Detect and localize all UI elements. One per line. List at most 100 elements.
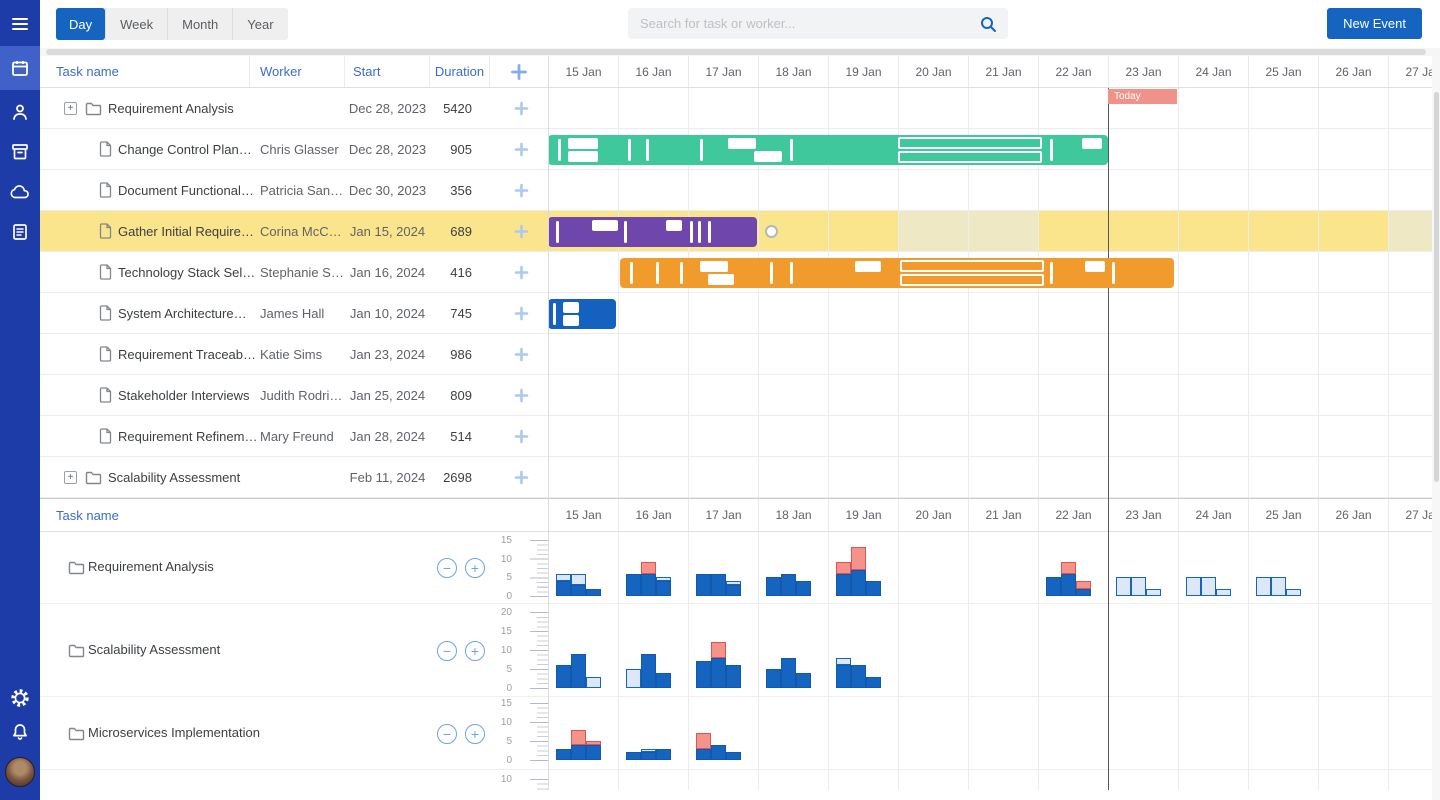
- histogram-bar-segment: [836, 665, 851, 688]
- day-gridline: [1248, 532, 1249, 790]
- vertical-scrollbar: [1432, 56, 1440, 800]
- notifications-icon[interactable]: [0, 712, 40, 752]
- bar-subtask-tick: [770, 262, 773, 284]
- timeline-day-header: 17 Jan: [688, 56, 758, 87]
- gantt-bar[interactable]: [620, 258, 1174, 288]
- new-event-button[interactable]: New Event: [1327, 8, 1422, 39]
- y-axis-tick: 15: [482, 698, 512, 709]
- file-icon: [99, 223, 112, 244]
- vertical-scrollbar-thumb[interactable]: [1434, 92, 1439, 482]
- gantt-bar[interactable]: [548, 299, 616, 329]
- expand-icon[interactable]: +: [64, 471, 77, 484]
- inventory-icon[interactable]: [0, 132, 40, 172]
- duration-cell: 905: [428, 129, 472, 170]
- y-axis-tick: 5: [482, 664, 512, 675]
- expand-icon[interactable]: +: [64, 102, 77, 115]
- histogram-bar-segment: [1186, 577, 1201, 596]
- bar-subtask-tick: [558, 139, 561, 161]
- start-cell: Dec 30, 2023: [345, 170, 430, 211]
- start-cell: Jan 10, 2024: [345, 293, 430, 334]
- duration-cell: 514: [428, 416, 472, 457]
- menu-icon[interactable]: [0, 4, 40, 44]
- calendar-icon[interactable]: [0, 46, 40, 90]
- histogram-bar-segment: [586, 745, 601, 760]
- column-header-worker[interactable]: Worker: [250, 56, 345, 87]
- view-button-month[interactable]: Month: [167, 8, 232, 40]
- timeline-day-header: 17 Jan: [688, 499, 758, 531]
- duration-cell: 356: [428, 170, 472, 211]
- add-subtask-icon[interactable]: [513, 264, 530, 286]
- add-subtask-icon[interactable]: [513, 100, 530, 122]
- add-subtask-icon[interactable]: [513, 428, 530, 450]
- histogram-bar-segment: [626, 669, 641, 688]
- column-header-duration[interactable]: Duration: [430, 56, 490, 87]
- task-row[interactable]: Requirement Refinem…Mary FreundJan 28, 2…: [40, 416, 548, 457]
- histogram-bar-segment: [851, 547, 866, 569]
- bar-subtask-tick: [698, 221, 701, 243]
- task-row[interactable]: Technology Stack Sel…Stephanie S…Jan 16,…: [40, 252, 548, 293]
- view-button-year[interactable]: Year: [232, 8, 287, 40]
- day-gridline: [1178, 532, 1179, 790]
- task-row[interactable]: Gather Initial Require…Corina McC…Jan 15…: [40, 211, 548, 252]
- gantt-bar[interactable]: [548, 217, 757, 247]
- parent-task-row[interactable]: +Scalability AssessmentFeb 11, 20242698: [40, 457, 548, 498]
- link-drag-handle[interactable]: [765, 225, 778, 238]
- parent-task-row[interactable]: +Requirement AnalysisDec 28, 20235420: [40, 88, 548, 129]
- horizontal-scrollbar-thumb[interactable]: [46, 49, 1426, 55]
- day-gridline: [1318, 88, 1319, 498]
- worker-cell: Chris Glasser: [260, 129, 352, 170]
- histogram-bar-segment: [796, 581, 811, 596]
- task-name: Change Control Plan…: [118, 129, 252, 170]
- scale-ruler-major: [530, 540, 548, 598]
- add-column-button[interactable]: [490, 56, 548, 87]
- person-icon[interactable]: [0, 92, 40, 132]
- row-gridline: [548, 128, 1440, 129]
- task-row[interactable]: Requirement Traceab…Katie SimsJan 23, 20…: [40, 334, 548, 375]
- day-gridline: [1038, 532, 1039, 790]
- gantt-bar[interactable]: [548, 135, 1108, 165]
- decrease-button[interactable]: −: [437, 558, 457, 578]
- histogram-bar-segment: [641, 562, 656, 573]
- bar-subtask-tick: [790, 262, 793, 284]
- view-button-day[interactable]: Day: [56, 8, 105, 40]
- task-row[interactable]: Change Control Plan…Chris GlasserDec 28,…: [40, 129, 548, 170]
- add-subtask-icon[interactable]: [513, 141, 530, 163]
- app-root: DayWeekMonthYear New Event Task name Wor…: [0, 0, 1440, 800]
- add-subtask-icon[interactable]: [513, 182, 530, 204]
- day-gridline: [968, 532, 969, 790]
- view-button-week[interactable]: Week: [105, 8, 167, 40]
- decrease-button[interactable]: −: [437, 641, 457, 661]
- cloud-icon[interactable]: [0, 172, 40, 212]
- histogram-bar-segment: [586, 741, 601, 745]
- histogram-bar-segment: [571, 574, 586, 585]
- bar-subtask: [563, 315, 579, 326]
- pane-divider[interactable]: [548, 56, 549, 790]
- search-input[interactable]: [628, 16, 979, 31]
- histogram-bar-segment: [556, 574, 571, 581]
- add-subtask-icon[interactable]: [513, 346, 530, 368]
- worker-cell: [260, 88, 352, 129]
- histogram-bar-segment: [851, 665, 866, 688]
- bar-subtask-tick: [690, 221, 693, 243]
- start-cell: Feb 11, 2024: [345, 457, 430, 498]
- task-row[interactable]: Stakeholder InterviewsJudith Rodri…Jan 2…: [40, 375, 548, 416]
- user-avatar[interactable]: [5, 757, 35, 787]
- start-cell: Jan 16, 2024: [345, 252, 430, 293]
- add-subtask-icon[interactable]: [513, 305, 530, 327]
- task-name: Requirement Traceab…: [118, 334, 256, 375]
- histogram-row-divider: [548, 696, 1440, 697]
- column-header-task[interactable]: Task name: [40, 56, 250, 87]
- task-row[interactable]: System Architecture…James HallJan 10, 20…: [40, 293, 548, 334]
- column-header-start[interactable]: Start: [345, 56, 430, 87]
- add-subtask-icon[interactable]: [513, 223, 530, 245]
- add-subtask-icon[interactable]: [513, 387, 530, 409]
- folder-icon: [85, 471, 102, 490]
- add-subtask-icon[interactable]: [513, 469, 530, 491]
- today-marker: Today: [1108, 89, 1177, 104]
- task-row[interactable]: Document Functional…Patricia San…Dec 30,…: [40, 170, 548, 211]
- article-icon[interactable]: [0, 212, 40, 252]
- timeline-day-header: 25 Jan: [1248, 499, 1318, 531]
- decrease-button[interactable]: −: [437, 724, 457, 744]
- histogram-bar-segment: [726, 585, 741, 596]
- bar-subtask-tick: [624, 221, 627, 243]
